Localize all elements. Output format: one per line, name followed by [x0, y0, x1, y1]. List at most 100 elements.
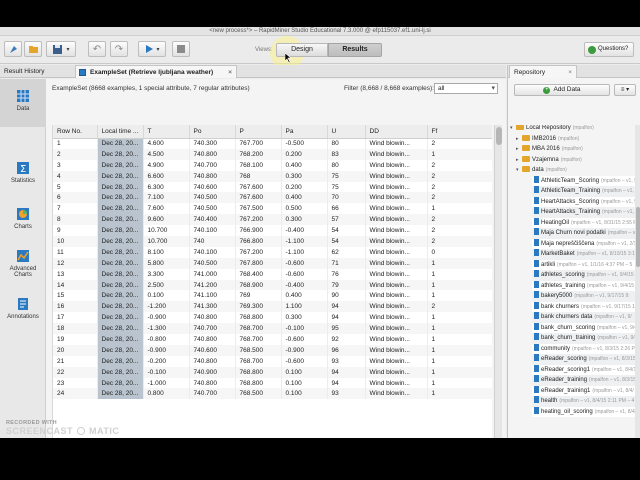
repository-entry[interactable]: eReader_training (mpalfon – v1, 8/3/15: [532, 375, 640, 386]
results-view-button[interactable]: Results: [328, 43, 382, 57]
table-row[interactable]: 1 Dec 28, 20... 4.600 740.300 767.700 -0.500 8…: [53, 138, 492, 149]
repository-entry[interactable]: athletes_training (mpalfon – v1, 9/4/15: [532, 280, 640, 291]
sidebar-item-charts[interactable]: Charts: [0, 207, 46, 230]
column-header[interactable]: Pa: [281, 125, 328, 139]
save-button[interactable]: ▾: [46, 41, 76, 57]
repository-entry[interactable]: health (mpalfon – v1, 8/4/15 2:11 PM – 4: [532, 396, 640, 407]
close-icon[interactable]: ×: [228, 66, 232, 79]
run-button[interactable]: ▾: [138, 41, 166, 57]
repository-entry[interactable]: MarketBaket (mpalfon – v1, 8/10/15 3:1: [532, 249, 640, 260]
column-header[interactable]: Row No.: [53, 125, 98, 139]
table-row[interactable]: 18 Dec 28, 20... -1.300 740.700 768.700 -0.10…: [53, 323, 492, 335]
table-row[interactable]: 20 Dec 28, 20... -0.900 740.600 768.500 -0.90…: [53, 344, 492, 356]
open-button[interactable]: [24, 41, 42, 57]
repository-entry[interactable]: eReader_scoring (mpalfon – v1, 8/3/15: [532, 354, 640, 365]
table-cell: 75: [327, 181, 366, 193]
tab-repository[interactable]: Repository ×: [509, 65, 577, 78]
questions-button[interactable]: Questions?: [584, 42, 634, 57]
table-row[interactable]: 17 Dec 28, 20... -0.900 740.800 768.800 0.300…: [53, 312, 492, 324]
repository-entry[interactable]: bank_churn_scoring (mpalfon – v1, 9/4/: [532, 322, 640, 333]
table-row[interactable]: 24 Dec 28, 20... 0.800 740.700 768.500 0.100 9…: [53, 388, 492, 400]
table-row[interactable]: 13 Dec 28, 20... 3.300 741.000 768.400 -0.600…: [53, 268, 492, 280]
repository-entry[interactable]: heating_oil_scoring (mpalfon – v1, 8/4/: [532, 406, 640, 417]
repository-entry[interactable]: bakery5000 (mpalfon – v1, 9/17/15 9:: [532, 291, 640, 302]
repository-folder[interactable]: ▾ Local Repository (mpalfon): [510, 125, 594, 134]
table-cell: 4: [53, 170, 98, 182]
table-row[interactable]: 11 Dec 28, 20... 8.100 740.100 767.200 -1.100…: [53, 246, 492, 258]
table-row[interactable]: 3 Dec 28, 20... 4.900 740.700 768.100 0.400 80…: [53, 159, 492, 171]
entry-label: athletes_scoring: [541, 272, 585, 278]
repository-scrollbar[interactable]: [635, 125, 640, 438]
table-row[interactable]: 19 Dec 28, 20... -0.800 740.800 768.700 -0.60…: [53, 334, 492, 345]
stop-button[interactable]: [172, 41, 190, 57]
repository-entry[interactable]: eReader_training1 (mpalfon – v1, 8/4/: [532, 385, 640, 396]
repository-folder[interactable]: ▸ Vzajemna (mpalfon): [516, 155, 582, 166]
repository-entry[interactable]: AthleticTeam_Scoring(mpalfon – v1, 9/3/1: [532, 175, 640, 186]
repository-entry[interactable]: Maja nepreščiščena (mpalfon – v1, 2/18: [532, 238, 640, 249]
column-header[interactable]: DD: [365, 125, 428, 139]
sidebar-item-advanced-charts[interactable]: Advanced Charts: [0, 249, 46, 278]
repository-entry[interactable]: HeartAttacks_Scoring(mpalfon – v1, 9/3/1: [532, 196, 640, 207]
add-data-button[interactable]: + Add Data: [514, 84, 610, 96]
undo-button[interactable]: ↶: [88, 41, 106, 57]
table-scrollbar[interactable]: [494, 125, 502, 438]
repository-folder[interactable]: ▸ IMB2016 (mpalfon): [516, 134, 579, 145]
sidebar-item-data[interactable]: Data: [0, 79, 46, 127]
column-header[interactable]: Po: [189, 125, 236, 139]
table-cell: 1: [427, 355, 492, 367]
filter-select[interactable]: all: [434, 83, 498, 94]
repository-entry[interactable]: HeatingOil (mpalfon – v1, 8/31/15 2:55 PM: [532, 217, 640, 228]
repository-folder[interactable]: ▾ data (mpalfon): [516, 165, 567, 176]
table-row[interactable]: 7 Dec 28, 20... 7.600 740.500 767.500 0.500 66…: [53, 203, 492, 215]
table-cell: 2: [53, 148, 98, 160]
repository-menu-button[interactable]: ≡ ▾: [614, 84, 636, 96]
table-cell: Wind blowin...: [365, 377, 428, 389]
column-header[interactable]: U: [327, 125, 366, 139]
table-cell: 0.800: [143, 388, 190, 400]
repository-entry[interactable]: bank_churn_training (mpalfon – v1, 9/4: [532, 333, 640, 344]
sidebar-item-statistics[interactable]: Σ Statistics: [0, 161, 46, 184]
repository-entry[interactable]: community (mpalfon – v1, 8/3/15 2:26 PM: [532, 343, 640, 354]
tab-exampleset[interactable]: ExampleSet (Retrieve ljubljana weather) …: [75, 65, 237, 78]
scrollbar-thumb[interactable]: [496, 127, 502, 145]
table-row[interactable]: 15 Dec 28, 20... 0.100 741.100 769 0.400 90 Win…: [53, 290, 492, 302]
repository-entry[interactable]: bank churners data (mpalfon – v1, 9/: [532, 312, 640, 323]
design-view-button[interactable]: Design: [276, 43, 328, 57]
new-process-button[interactable]: [4, 41, 22, 57]
data-entry-icon: [534, 375, 539, 382]
table-row[interactable]: 5 Dec 28, 20... 6.300 740.600 767.600 0.200 75…: [53, 181, 492, 193]
table-row[interactable]: 23 Dec 28, 20... -1.000 740.800 768.800 0.100…: [53, 377, 492, 389]
repository-entry[interactable]: athletes_scoring (mpalfon – v1, 9/4/15: [532, 270, 640, 281]
repository-entry[interactable]: eReader_scoring1 (mpalfon – v1, 8/4/1: [532, 364, 640, 375]
table-row[interactable]: 10 Dec 28, 20... 10.700 740 766.800 -1.100 54 W…: [53, 236, 492, 247]
scrollbar-thumb[interactable]: [636, 207, 640, 267]
column-header[interactable]: T: [143, 125, 190, 139]
table-cell: Wind blowin...: [365, 268, 428, 280]
repository-folder[interactable]: ▸ MBA 2016 (mpalfon): [516, 144, 583, 155]
table-cell: 0.500: [281, 203, 328, 215]
tab-result-history[interactable]: Result History: [0, 65, 48, 78]
table-row[interactable]: 22 Dec 28, 20... -0.100 740.900 768.800 0.100…: [53, 366, 492, 378]
table-row[interactable]: 14 Dec 28, 20... 2.500 741.200 768.900 -0.400…: [53, 279, 492, 291]
table-row[interactable]: 21 Dec 28, 20... -0.200 740.800 768.700 -0.60…: [53, 355, 492, 367]
chevron-down-icon: ▾: [66, 46, 70, 53]
close-icon[interactable]: ×: [568, 66, 572, 79]
table-row[interactable]: 8 Dec 28, 20... 9.600 740.400 767.200 0.300 57…: [53, 214, 492, 226]
column-header[interactable]: Ff: [427, 125, 492, 139]
repository-entry[interactable]: AthleticTeam_Training (mpalfon – v1, 9/: [532, 186, 640, 197]
repository-entry[interactable]: HeartAttacks_Training (mpalfon – v1, 9/: [532, 207, 640, 218]
table-row[interactable]: 6 Dec 28, 20... 7.100 740.500 767.600 0.400 70…: [53, 192, 492, 204]
repository-entry[interactable]: artikli (mpalfon – v1, 1/1/16 4:37 PM – 5: [532, 259, 640, 270]
table-row[interactable]: 9 Dec 28, 20... 10.700 740.100 766.900 -0.400…: [53, 225, 492, 237]
redo-button[interactable]: ↷: [110, 41, 128, 57]
watermark-screencast: SCREENCAST: [6, 426, 74, 436]
column-header[interactable]: Local time ...: [97, 125, 144, 139]
sidebar-item-annotations[interactable]: Annotations: [0, 297, 46, 320]
repository-entry[interactable]: bank churners (mpalfon – v1, 9/17/15 11:: [532, 301, 640, 312]
table-row[interactable]: 12 Dec 28, 20... 5.800 740.500 767.800 -0.600…: [53, 257, 492, 269]
table-row[interactable]: 4 Dec 28, 20... 6.600 740.800 768 0.300 75 Wind…: [53, 170, 492, 182]
column-header[interactable]: P: [235, 125, 282, 139]
table-row[interactable]: 2 Dec 28, 20... 4.500 740.800 768.200 0.200 83…: [53, 148, 492, 160]
repository-entry[interactable]: Maja Churn novi podatki (mpalfon – v1,: [532, 228, 640, 239]
table-row[interactable]: 16 Dec 28, 20... -1.200 741.300 769.300 1.100…: [53, 301, 492, 313]
